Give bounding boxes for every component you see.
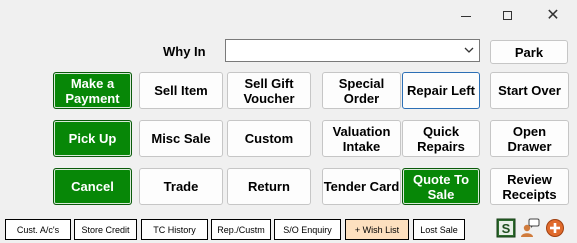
quick-repairs-button[interactable]: Quick Repairs <box>402 120 480 157</box>
close-button[interactable]: ✕ <box>543 6 563 26</box>
user-chat-icon[interactable] <box>520 218 540 238</box>
special-order-button[interactable]: Special Order <box>322 72 401 109</box>
maximize-icon <box>503 11 512 20</box>
why-in-label: Why In <box>163 44 206 59</box>
custom-button[interactable]: Custom <box>227 120 311 157</box>
open-drawer-button[interactable]: Open Drawer <box>490 120 569 157</box>
lost-sale-button[interactable]: Lost Sale <box>413 219 465 240</box>
misc-sale-button[interactable]: Misc Sale <box>139 120 223 157</box>
repair-left-button[interactable]: Repair Left <box>402 72 480 109</box>
valuation-intake-button[interactable]: Valuation Intake <box>322 120 401 157</box>
minimize-icon <box>461 16 471 17</box>
review-receipts-button[interactable]: Review Receipts <box>490 168 569 205</box>
quote-to-sale-button[interactable]: Quote To Sale <box>402 168 480 205</box>
tender-card-button[interactable]: Tender Card <box>322 168 401 205</box>
park-button[interactable]: Park <box>490 40 568 64</box>
maximize-button[interactable] <box>498 6 518 26</box>
make-payment-button[interactable]: Make a Payment <box>53 72 132 109</box>
return-button[interactable]: Return <box>227 168 311 205</box>
close-icon: ✕ <box>546 7 560 24</box>
add-icon[interactable] <box>545 218 565 238</box>
so-enquiry-button[interactable]: S/O Enquiry <box>274 219 341 240</box>
rep-custm-button[interactable]: Rep./Custm <box>211 219 271 240</box>
wish-list-button[interactable]: + Wish List <box>345 219 409 240</box>
pick-up-button[interactable]: Pick Up <box>53 120 132 157</box>
chevron-down-icon <box>464 47 474 53</box>
minimize-button[interactable] <box>456 6 476 26</box>
s-badge-letter: S <box>502 221 511 236</box>
trade-button[interactable]: Trade <box>139 168 223 205</box>
why-in-dropdown[interactable] <box>225 39 480 62</box>
cust-accounts-button[interactable]: Cust. A/c's <box>5 219 71 240</box>
s-badge-icon[interactable]: S <box>496 218 516 238</box>
sell-item-button[interactable]: Sell Item <box>139 72 223 109</box>
start-over-button[interactable]: Start Over <box>490 72 569 109</box>
cancel-button[interactable]: Cancel <box>53 168 132 205</box>
sell-gift-voucher-button[interactable]: Sell Gift Voucher <box>227 72 311 109</box>
tc-history-button[interactable]: TC History <box>141 219 208 240</box>
store-credit-button[interactable]: Store Credit <box>74 219 137 240</box>
